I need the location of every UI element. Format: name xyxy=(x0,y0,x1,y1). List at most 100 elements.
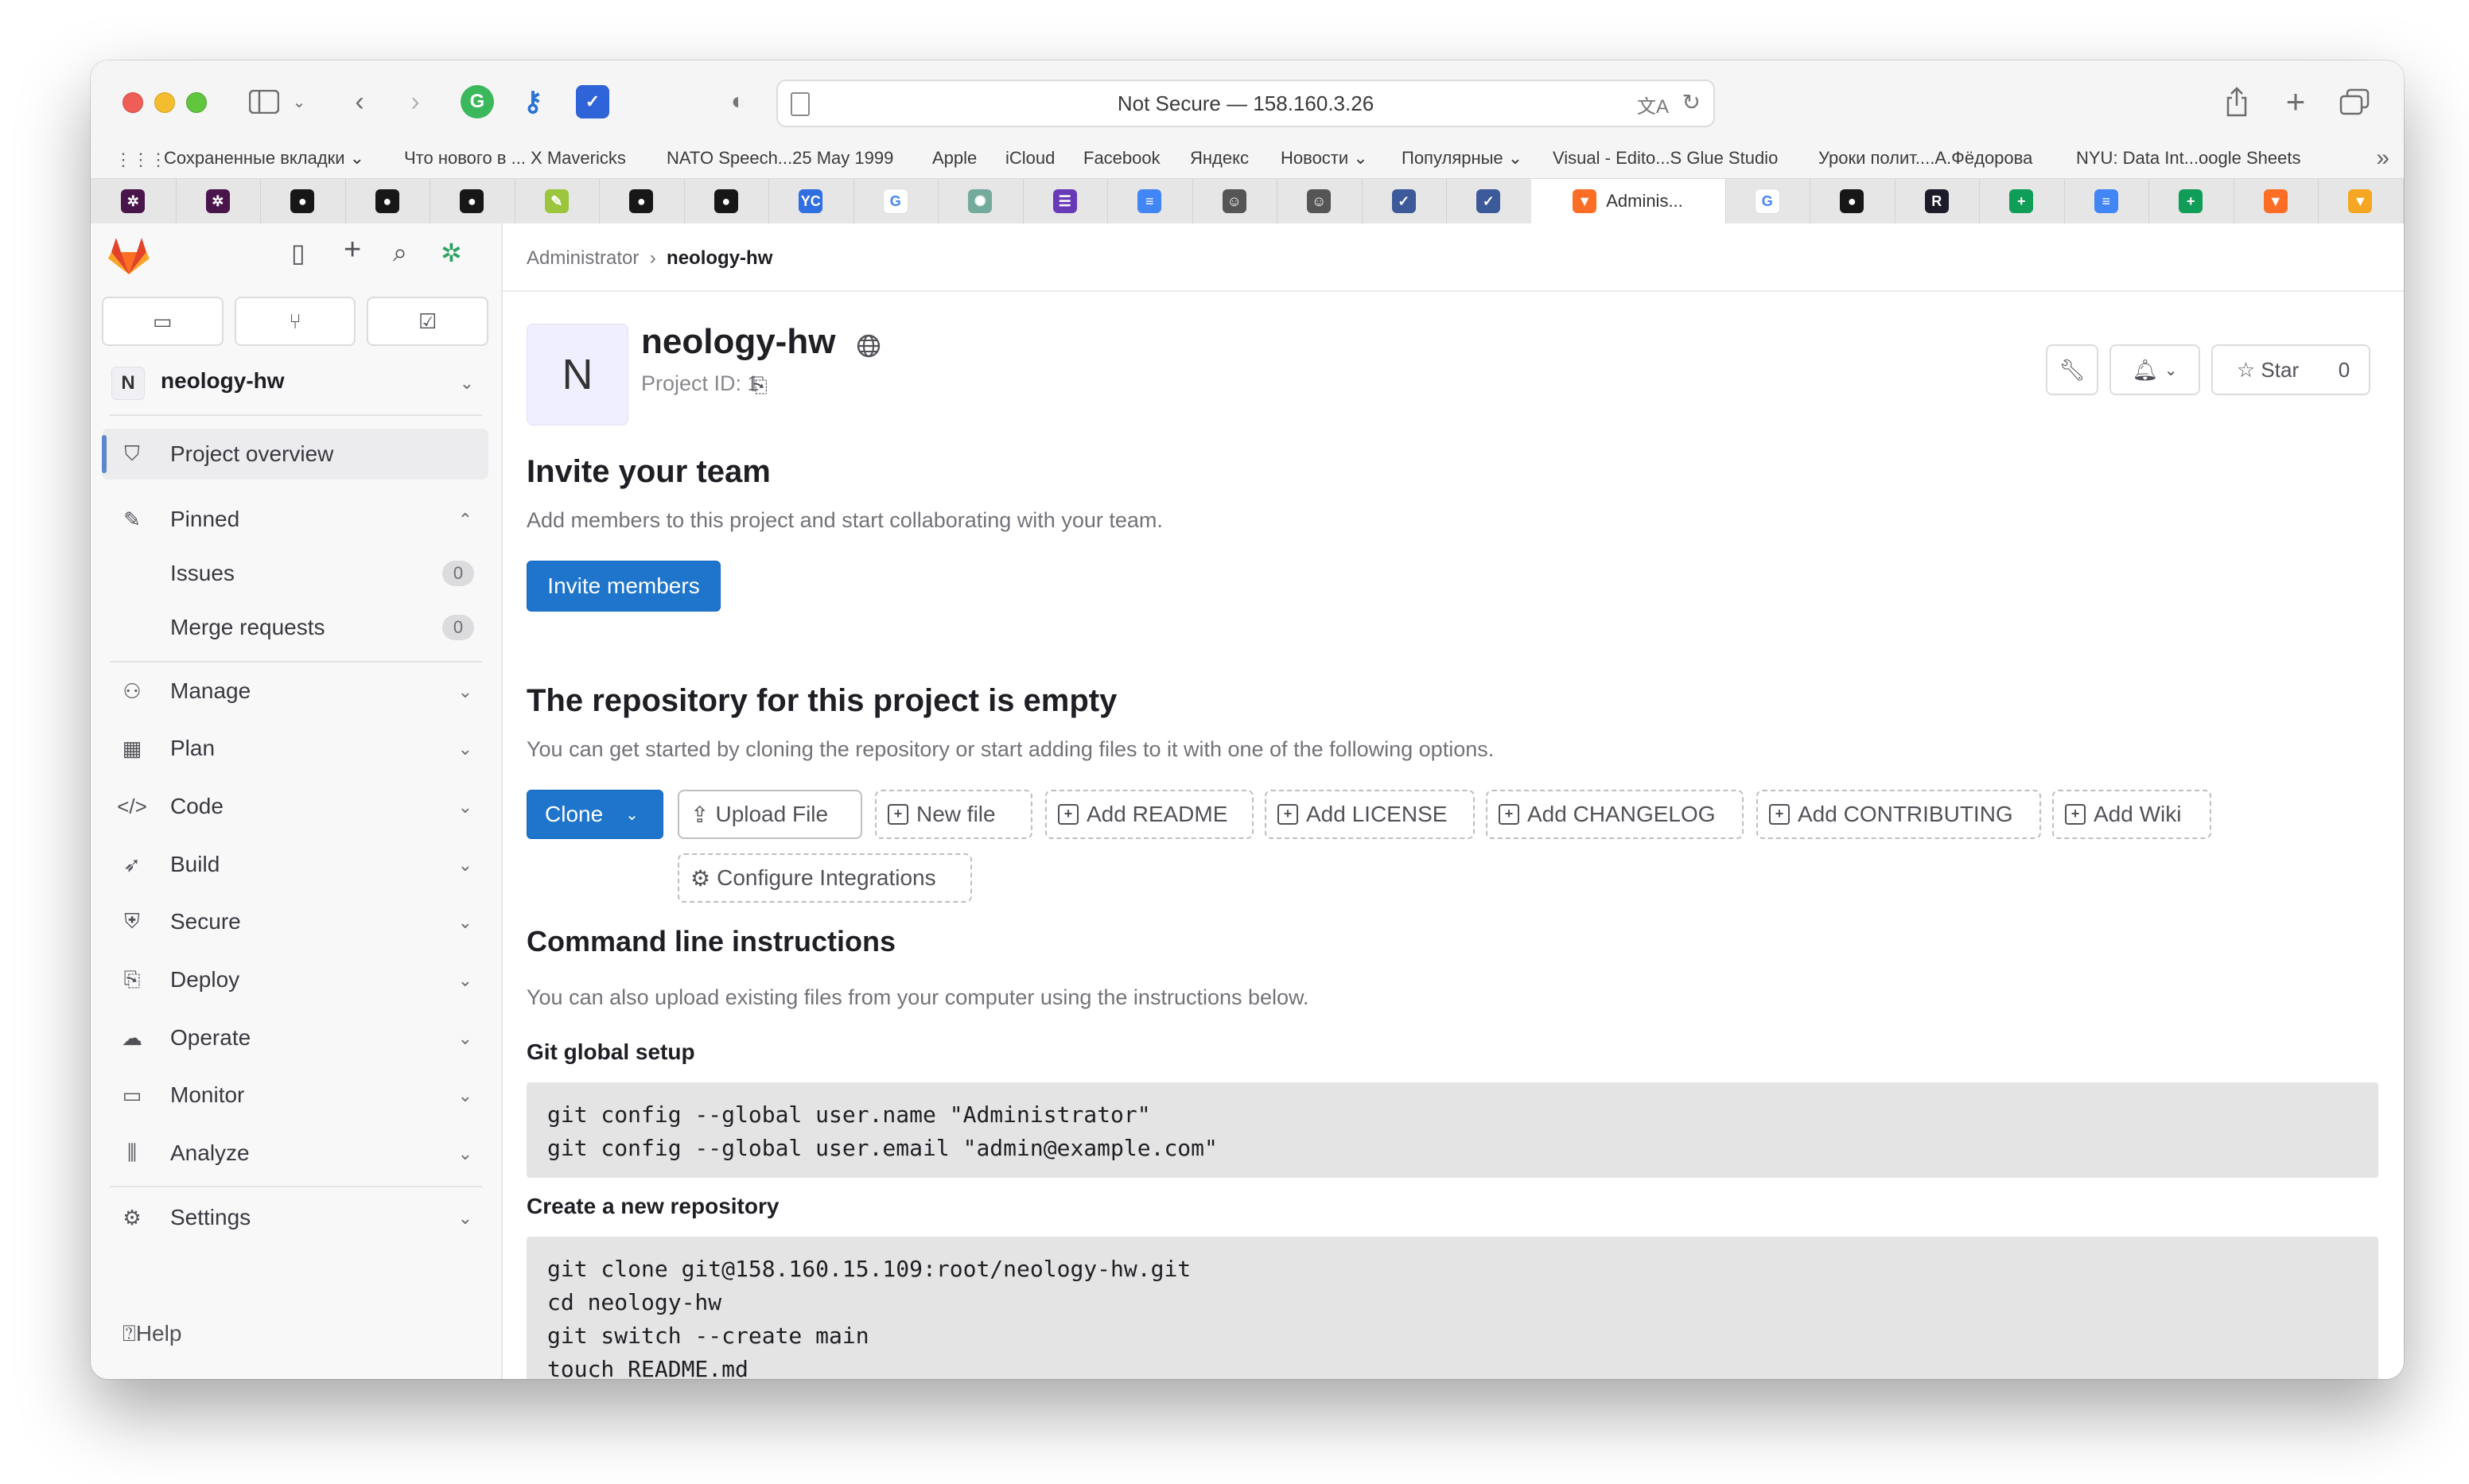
copy-icon[interactable]: ⎘ xyxy=(751,373,768,398)
shield-extension-icon[interactable]: ✓ xyxy=(576,85,609,118)
browser-tab[interactable]: ☺ xyxy=(1277,179,1363,223)
nav-merge-requests[interactable]: Merge requests 0 xyxy=(102,602,488,653)
browser-tab[interactable]: ▼ xyxy=(2318,179,2404,223)
breadcrumb-current[interactable]: neology-hw xyxy=(667,247,772,269)
bookmark-item[interactable]: iCloud xyxy=(1005,148,1055,169)
grid-icon[interactable]: ⋮⋮⋮ xyxy=(115,150,167,170)
browser-tab[interactable]: YC xyxy=(768,179,854,223)
new-tab-icon[interactable]: + xyxy=(2280,81,2312,122)
back-icon[interactable]: ‹ xyxy=(345,81,374,122)
browser-tab[interactable]: ✲ xyxy=(176,179,261,223)
more-bookmarks-icon[interactable]: » xyxy=(2376,145,2389,172)
browser-tab[interactable]: ● xyxy=(430,179,515,223)
issues-icon[interactable]: ▭ xyxy=(102,297,224,346)
browser-tab[interactable]: ● xyxy=(1810,179,1895,223)
nav-pinned[interactable]: ✎ Pinned ⌃ xyxy=(102,494,488,545)
browser-tab[interactable]: + xyxy=(1979,179,2065,223)
nav-build[interactable]: ➶ Build ⌄ xyxy=(102,839,488,890)
browser-tab[interactable]: ● xyxy=(599,179,685,223)
nav-deploy[interactable]: ⎘ Deploy ⌄ xyxy=(102,954,488,1005)
browser-tab[interactable]: ✺ xyxy=(938,179,1024,223)
forward-icon[interactable]: › xyxy=(401,81,430,122)
bookmark-item[interactable]: Сохраненные вкладки ⌄ xyxy=(164,148,364,169)
bookmark-item[interactable]: Что нового в ... X Mavericks xyxy=(404,148,626,169)
nav-secure[interactable]: ⛨ Secure ⌄ xyxy=(102,896,488,947)
bookmark-item[interactable]: Новости ⌄ xyxy=(1281,148,1368,169)
sidebar-toggle-icon[interactable] xyxy=(247,81,282,122)
nav-manage[interactable]: ⚇ Manage ⌄ xyxy=(102,666,488,717)
collapse-sidebar-icon[interactable]: ▯ xyxy=(291,238,305,268)
configure-integrations-button[interactable]: ⚙ Configure Integrations xyxy=(678,853,972,903)
browser-tab[interactable]: ✓ xyxy=(1362,179,1447,223)
create-new-icon[interactable]: + xyxy=(344,233,361,267)
add-readme-button[interactable]: + Add README xyxy=(1045,790,1254,839)
browser-tab[interactable]: ≡ xyxy=(2064,179,2149,223)
nav-operate[interactable]: ☁ Operate ⌄ xyxy=(102,1012,488,1063)
chevron-down-icon[interactable]: ⌄ xyxy=(290,81,309,122)
privacy-shield-icon[interactable]: ◐ xyxy=(721,85,755,118)
nav-project-overview[interactable]: ⛉ Project overview xyxy=(102,429,488,480)
browser-tab[interactable]: ● xyxy=(260,179,346,223)
browser-tab[interactable]: ▼ xyxy=(2234,179,2319,223)
upload-file-button[interactable]: ⇪ Upload File xyxy=(678,790,862,839)
browser-tab[interactable]: G xyxy=(853,179,939,223)
minimize-window-button[interactable] xyxy=(154,92,175,113)
bookmark-item[interactable]: Visual - Edito...S Glue Studio xyxy=(1553,148,1778,169)
browser-tab[interactable]: ● xyxy=(684,179,769,223)
new-file-button[interactable]: + New file xyxy=(875,790,1032,839)
browser-tab[interactable]: ● xyxy=(345,179,430,223)
clone-button[interactable]: Clone ⌄ xyxy=(527,790,663,839)
nav-issues[interactable]: Issues 0 xyxy=(102,548,488,599)
search-icon[interactable]: ⌕ xyxy=(393,238,407,268)
git-global-code: git config --global user.name "Administr… xyxy=(527,1082,2378,1178)
browser-tab[interactable]: ✓ xyxy=(1446,179,1532,223)
add-license-button[interactable]: + Add LICENSE xyxy=(1265,790,1475,839)
bookmark-item[interactable]: Facebook xyxy=(1083,148,1161,169)
nav-code[interactable]: </> Code ⌄ xyxy=(102,781,488,832)
add-wiki-button[interactable]: + Add Wiki xyxy=(2052,790,2211,839)
chevron-down-icon: ⌄ xyxy=(457,1144,472,1164)
breadcrumb-parent[interactable]: Administrator xyxy=(527,247,639,269)
browser-tab[interactable]: ✎ xyxy=(515,179,600,223)
merge-requests-icon[interactable]: ⑂ xyxy=(234,297,356,346)
zoom-window-button[interactable] xyxy=(186,92,207,113)
reload-icon[interactable]: ↻ xyxy=(1682,89,1701,115)
key-extension-icon[interactable]: ⚷ xyxy=(516,85,550,118)
nav-settings[interactable]: ⚙ Settings ⌄ xyxy=(102,1192,488,1243)
browser-tab[interactable]: G xyxy=(1725,179,1810,223)
add-changelog-button[interactable]: + Add CHANGELOG xyxy=(1486,790,1744,839)
help-link[interactable]: ⍰Help xyxy=(122,1321,181,1347)
bookmark-item[interactable]: Популярные ⌄ xyxy=(1402,148,1522,169)
browser-tab[interactable]: R xyxy=(1895,179,1980,223)
bookmark-item[interactable]: Apple xyxy=(932,148,977,169)
address-bar[interactable]: Not Secure — 158.160.3.26 文A ↻ xyxy=(776,80,1715,127)
project-switcher[interactable]: N neology-hw ⌄ xyxy=(102,359,488,406)
browser-tab[interactable]: ≡ xyxy=(1107,179,1193,223)
gitlab-logo-icon[interactable] xyxy=(107,233,151,278)
star-button[interactable]: ☆ Star xyxy=(2211,344,2324,395)
notifications-button[interactable]: 🔔︎ ⌄ xyxy=(2109,344,2200,395)
grammarly-extension-icon[interactable]: G xyxy=(461,85,494,118)
browser-tab[interactable]: + xyxy=(2148,179,2234,223)
todo-icon[interactable]: ☑ xyxy=(367,297,489,346)
close-window-button[interactable] xyxy=(122,92,143,113)
browser-tab[interactable]: ▼ Adminis... xyxy=(1530,179,1726,224)
nav-plan[interactable]: ▦ Plan ⌄ xyxy=(102,723,488,774)
nav-analyze[interactable]: ⫼ Analyze ⌄ xyxy=(102,1128,488,1179)
browser-tab[interactable]: ✲ xyxy=(91,179,177,223)
wrench-icon[interactable]: 🔧︎ xyxy=(2046,344,2098,395)
star-count[interactable]: 0 xyxy=(2319,344,2370,395)
browser-tab[interactable]: ☰ xyxy=(1023,179,1108,223)
invite-members-button[interactable]: Invite members xyxy=(527,561,721,612)
bookmark-item[interactable]: NYU: Data Int...oogle Sheets xyxy=(2076,148,2301,169)
nav-monitor[interactable]: ▭ Monitor ⌄ xyxy=(102,1070,488,1121)
add-contributing-button[interactable]: + Add CONTRIBUTING xyxy=(1756,790,2041,839)
translate-icon[interactable]: 文A xyxy=(1637,91,1669,118)
bookmark-item[interactable]: Уроки полит....А.Фёдорова xyxy=(1818,148,2032,169)
share-icon[interactable] xyxy=(2221,81,2253,122)
bookmark-item[interactable]: NATO Speech...25 May 1999 xyxy=(667,148,893,169)
tab-overview-icon[interactable] xyxy=(2337,81,2372,122)
user-avatar-icon[interactable]: ✲ xyxy=(441,238,462,268)
browser-tab[interactable]: ☺ xyxy=(1192,179,1277,223)
bookmark-item[interactable]: Яндекс xyxy=(1190,148,1249,169)
